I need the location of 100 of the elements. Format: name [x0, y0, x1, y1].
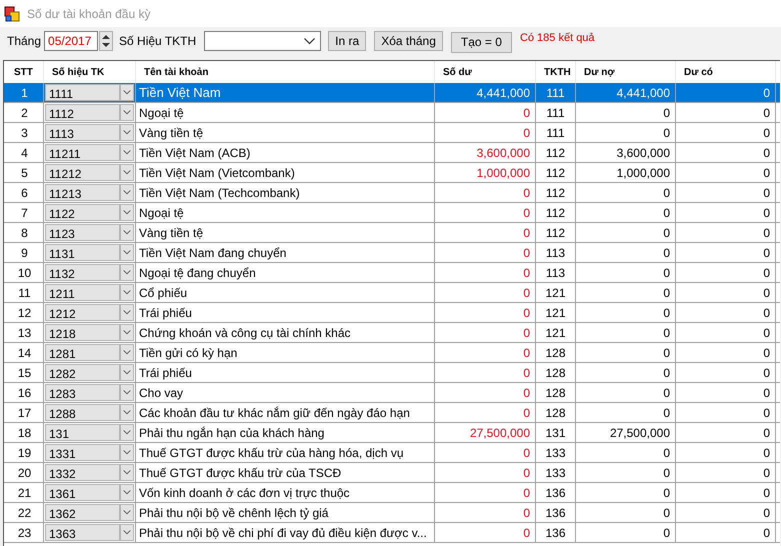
- table-row[interactable]: 10 1132 Ngoại tệ đang chuyển 0 113 0 0: [4, 263, 780, 283]
- table-row[interactable]: 22 1362 Phải thu nội bộ về chênh lệch tỷ giá 0 136 0 0: [4, 503, 780, 523]
- table-row[interactable]: 5 11212 Tiền Việt Nam (Vietcombank) 1,000,000 112 1,000,000 0: [4, 163, 780, 183]
- table-cell: 0: [523, 246, 530, 260]
- row-number: 16: [18, 386, 32, 400]
- table-row[interactable]: 19 1331 Thuế GTGT được khấu trừ của hàng hóa, dịch vụ 0 133 0 0: [4, 443, 780, 463]
- account-dropdown[interactable]: 1288: [45, 404, 120, 421]
- table-row[interactable]: 21 1361 Vốn kinh doanh ở các đơn vị trực thuộc 0 136 0 0: [4, 483, 780, 503]
- account-dropdown[interactable]: 1361: [45, 484, 120, 501]
- table-cell: 0: [763, 86, 770, 100]
- row-number: 1: [21, 86, 28, 100]
- table-row[interactable]: 23 1363 Phải thu nội bộ về chi phí đi vay đủ điều kiện được v... 0 136 0 0: [4, 523, 780, 543]
- table-row[interactable]: 15 1282 Trái phiếu 0 128 0 0: [4, 363, 780, 383]
- account-dropdown[interactable]: 1331: [45, 444, 120, 461]
- month-field[interactable]: 05/2017: [44, 31, 98, 51]
- account-dropdown[interactable]: 1211: [45, 284, 120, 301]
- row-number: 8: [21, 226, 28, 240]
- table-row[interactable]: 8 1123 Vàng tiền tệ 0 112 0 0: [4, 223, 780, 243]
- table-row[interactable]: 11 1211 Cổ phiếu 0 121 0 0: [4, 283, 780, 303]
- account-dropdown[interactable]: 1281: [45, 344, 120, 361]
- table-cell: Phải thu ngắn hạn của khách hàng: [139, 426, 324, 440]
- table-cell: 136: [545, 506, 566, 520]
- caret-icon[interactable]: [304, 38, 316, 44]
- app-icon: [4, 6, 20, 22]
- account-dropdown[interactable]: 1283: [45, 384, 120, 401]
- table-cell: 113: [546, 246, 566, 260]
- table-cell: 0: [523, 186, 530, 200]
- table-cell: 0: [663, 126, 670, 140]
- account-dropdown[interactable]: 11211: [45, 144, 120, 161]
- table-cell: 0: [763, 366, 770, 380]
- table-cell: 0: [523, 406, 530, 420]
- table-cell: 0: [763, 146, 770, 160]
- account-dropdown[interactable]: 1131: [45, 244, 120, 261]
- account-dropdown[interactable]: 131: [45, 424, 120, 441]
- account-dropdown[interactable]: 1218: [45, 324, 120, 341]
- table-cell: 0: [523, 266, 530, 280]
- spin-buttons[interactable]: [99, 31, 114, 51]
- table-cell: 0: [663, 106, 670, 120]
- tkth-dropdown[interactable]: [204, 31, 322, 51]
- account-dropdown[interactable]: 1282: [45, 364, 120, 381]
- account-dropdown[interactable]: 1122: [45, 204, 120, 221]
- table-cell: Trái phiếu: [139, 306, 192, 320]
- table-row[interactable]: 12 1212 Trái phiếu 0 121 0 0: [4, 303, 780, 323]
- row-number: 20: [18, 466, 32, 480]
- account-dropdown[interactable]: 1111: [45, 84, 120, 101]
- toolbar-button[interactable]: In ra: [328, 31, 366, 51]
- table-row[interactable]: 14 1281 Tiền gửi có kỳ hạn 0 128 0 0: [4, 343, 780, 363]
- table-cell: 0: [763, 106, 770, 120]
- account-dropdown[interactable]: 1362: [45, 504, 120, 521]
- account-dropdown[interactable]: 1363: [45, 524, 120, 541]
- toolbar-button[interactable]: Tạo = 0: [450, 32, 512, 52]
- account-dropdown[interactable]: 1332: [45, 464, 120, 481]
- table-cell: Vốn kinh doanh ở các đơn vị trực thuộc: [139, 486, 350, 500]
- table-cell: 27,500,000: [610, 426, 670, 440]
- table-cell: 0: [663, 506, 670, 520]
- table-row[interactable]: 3 1113 Vàng tiền tệ 0 111 0 0: [4, 123, 780, 143]
- table-row[interactable]: 16 1283 Cho vay 0 128 0 0: [4, 383, 780, 403]
- table-cell: 0: [763, 486, 770, 500]
- table-row[interactable]: 4 11211 Tiền Việt Nam (ACB) 3,600,000 112 3,600,000 0: [4, 143, 780, 163]
- row-number: 4: [21, 146, 28, 160]
- table-cell: 0: [523, 506, 530, 520]
- table-cell: 0: [763, 326, 770, 340]
- table-cell: 0: [523, 386, 530, 400]
- result-count: Có 185 kết quả: [520, 32, 595, 44]
- table-row[interactable]: 9 1131 Tiền Việt Nam đang chuyển 0 113 0 0: [4, 243, 780, 263]
- table-cell: Ngoại tệ: [139, 206, 184, 220]
- account-dropdown[interactable]: 11212: [45, 164, 120, 181]
- table-cell: 0: [523, 486, 530, 500]
- table-row[interactable]: 13 1218 Chứng khoán và công cụ tài chính khác 0 121 0 0: [4, 323, 780, 343]
- table-cell: 3,600,000: [616, 146, 670, 160]
- account-dropdown[interactable]: 1112: [45, 104, 120, 121]
- toolbar-button[interactable]: Xóa tháng: [374, 31, 443, 51]
- account-dropdown[interactable]: 1113: [45, 124, 120, 141]
- table-row[interactable]: 2 1112 Ngoại tệ 0 111 0 0: [4, 103, 780, 123]
- row-number: 15: [18, 366, 32, 380]
- table-cell: 1,000,000: [616, 166, 670, 180]
- table-cell: 0: [763, 166, 770, 180]
- table-row[interactable]: 18 131 Phải thu ngắn hạn của khách hàng 27,500,000 131 27,500,000 0: [4, 423, 780, 443]
- table-cell: 0: [663, 466, 670, 480]
- table-row[interactable]: 1 1111 Tiền Việt Nam 4,441,000 111 4,441,000 0: [4, 83, 780, 103]
- table-cell: 0: [523, 226, 530, 240]
- table-cell: Tiền Việt Nam đang chuyển: [139, 246, 286, 260]
- table-row[interactable]: 6 11213 Tiền Việt Nam (Techcombank) 0 112 0 0: [4, 183, 780, 203]
- account-dropdown[interactable]: 1123: [45, 224, 120, 241]
- table-cell: 0: [763, 206, 770, 220]
- table-row[interactable]: 20 1332 Thuế GTGT được khấu trừ của TSCĐ 0 133 0 0: [4, 463, 780, 483]
- table-cell: 133: [545, 466, 566, 480]
- table-cell: 112: [546, 206, 566, 220]
- account-dropdown[interactable]: 1212: [45, 304, 120, 321]
- account-dropdown[interactable]: 11213: [45, 184, 120, 201]
- table-cell: 112: [546, 186, 566, 200]
- table-row[interactable]: 17 1288 Các khoản đầu tư khác nắm giữ đến ngày đáo hạn 0 128 0 0: [4, 403, 780, 423]
- table-cell: Phải thu nội bộ về chi phí đi vay đủ điều kiện được v...: [139, 526, 427, 540]
- account-dropdown[interactable]: 1132: [45, 264, 120, 281]
- table-cell: 112: [546, 226, 566, 240]
- table-cell: 0: [523, 286, 530, 300]
- table-cell: 0: [663, 186, 670, 200]
- table-cell: 4,441,000: [616, 86, 670, 100]
- table-row[interactable]: 7 1122 Ngoại tệ 0 112 0 0: [4, 203, 780, 223]
- table-cell: Vàng tiền tệ: [139, 226, 204, 240]
